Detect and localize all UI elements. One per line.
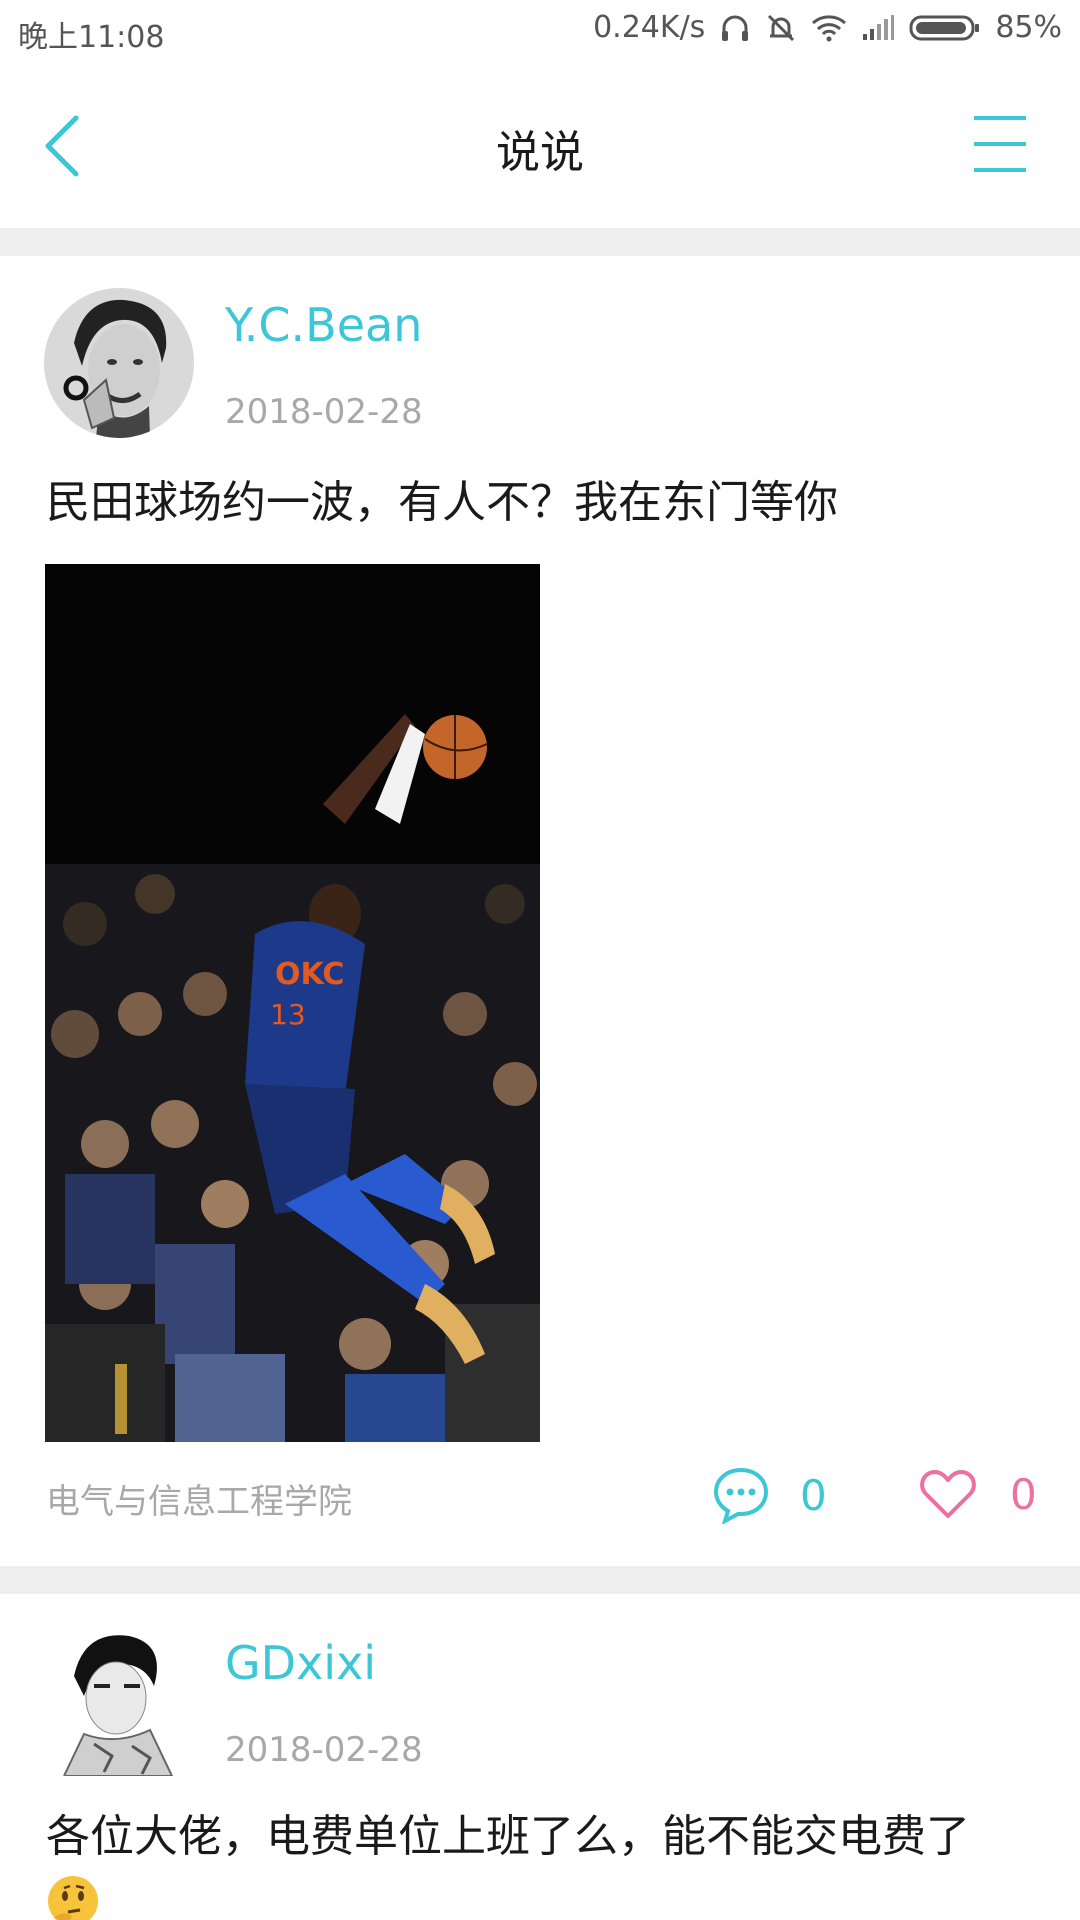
battery-icon bbox=[909, 13, 981, 43]
thinking-face-icon bbox=[46, 1874, 100, 1920]
mute-bell-icon bbox=[765, 12, 797, 44]
post-date: 2018-02-28 bbox=[225, 1730, 423, 1770]
post-text: 各位大佬，电费单位上班了么，能不能交电费了 bbox=[46, 1811, 970, 1862]
signal-icon bbox=[861, 14, 895, 42]
like-count: 0 bbox=[1010, 1469, 1037, 1519]
app-bar: 说说 bbox=[0, 62, 1080, 228]
svg-text:13: 13 bbox=[270, 998, 306, 1031]
like-button[interactable]: 0 bbox=[920, 1468, 1037, 1520]
avatar[interactable] bbox=[54, 1626, 184, 1776]
status-bar: 晚上11:08 0.24K/s 85% bbox=[0, 0, 1080, 62]
comment-icon bbox=[713, 1467, 769, 1524]
group-label: 电气与信息工程学院 bbox=[46, 1482, 352, 1522]
section-divider bbox=[0, 1566, 1080, 1594]
screen: 晚上11:08 0.24K/s 85% 说说 Y.C.Bean 2018-02-… bbox=[0, 0, 1080, 1920]
username[interactable]: Y.C.Bean bbox=[225, 298, 422, 352]
network-speed: 0.24K/s bbox=[593, 10, 706, 45]
post-date: 2018-02-28 bbox=[225, 392, 423, 432]
battery-percent: 85% bbox=[995, 10, 1062, 45]
avatar[interactable] bbox=[44, 288, 194, 438]
headphone-icon bbox=[719, 12, 751, 44]
comment-button[interactable]: 0 bbox=[712, 1466, 827, 1524]
menu-button[interactable] bbox=[970, 114, 1030, 174]
heart-icon bbox=[920, 1470, 976, 1518]
svg-text:OKC: OKC bbox=[275, 957, 344, 992]
status-time: 晚上11:08 bbox=[18, 20, 165, 55]
post-card: Y.C.Bean 2018-02-28 民田球场约一波，有人不？我在东门等你 O… bbox=[0, 256, 1080, 1566]
post-image[interactable]: OKC 13 bbox=[45, 564, 540, 1442]
menu-icon bbox=[974, 116, 1026, 172]
comment-count: 0 bbox=[800, 1470, 827, 1520]
wifi-icon bbox=[811, 13, 847, 43]
section-divider bbox=[0, 228, 1080, 256]
username[interactable]: GDxixi bbox=[225, 1636, 376, 1690]
page-title: 说说 bbox=[496, 127, 584, 178]
post-card: GDxixi 2018-02-28 各位大佬，电费单位上班了么，能不能交电费了 bbox=[0, 1594, 1080, 1920]
status-right: 0.24K/s 85% bbox=[593, 10, 1062, 45]
post-text: 民田球场约一波，有人不？我在东门等你 bbox=[46, 477, 838, 528]
